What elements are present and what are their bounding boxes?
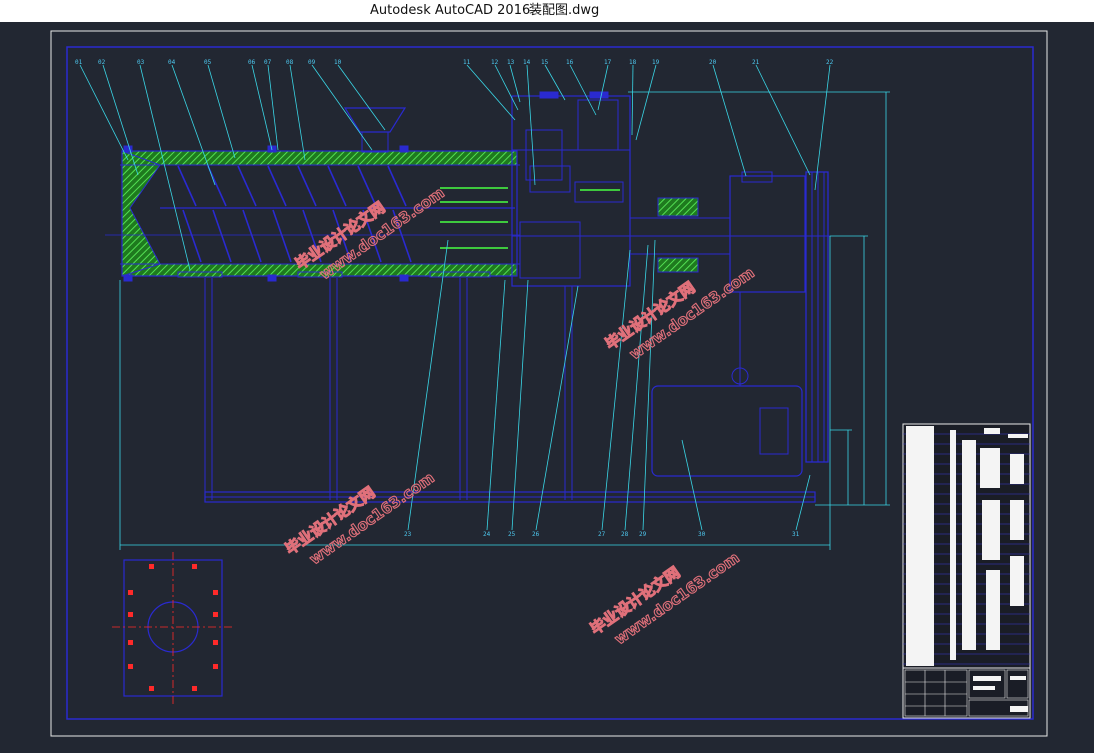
- svg-text:28: 28: [621, 531, 629, 538]
- app-name: Autodesk AutoCAD 2016: [370, 3, 531, 18]
- svg-text:29: 29: [639, 531, 647, 538]
- svg-text:23: 23: [404, 531, 412, 538]
- svg-text:21: 21: [752, 59, 760, 66]
- svg-text:16: 16: [566, 59, 574, 66]
- svg-text:10: 10: [334, 59, 342, 66]
- svg-text:20: 20: [709, 59, 717, 66]
- svg-text:13: 13: [507, 59, 515, 66]
- svg-text:09: 09: [308, 59, 316, 66]
- svg-text:18: 18: [629, 59, 637, 66]
- svg-text:02: 02: [98, 59, 106, 66]
- flange-view[interactable]: [112, 552, 234, 704]
- svg-text:08: 08: [286, 59, 294, 66]
- svg-text:04: 04: [168, 59, 176, 66]
- file-name: 装配图.dwg: [529, 3, 600, 18]
- svg-text:01: 01: [75, 59, 83, 66]
- outer-border: [50, 30, 1048, 737]
- svg-text:12: 12: [491, 59, 499, 66]
- svg-text:26: 26: [532, 531, 540, 538]
- svg-text:30: 30: [698, 531, 706, 538]
- svg-text:07: 07: [264, 59, 272, 66]
- svg-text:11: 11: [463, 59, 471, 66]
- svg-text:25: 25: [508, 531, 516, 538]
- title-bar: Autodesk AutoCAD 2016 装配图.dwg: [0, 0, 1094, 22]
- svg-text:03: 03: [137, 59, 145, 66]
- svg-text:17: 17: [604, 59, 612, 66]
- svg-text:06: 06: [248, 59, 256, 66]
- title-block[interactable]: [902, 423, 1031, 719]
- svg-text:14: 14: [523, 59, 531, 66]
- drawing-canvas[interactable]: 01 02 03 04 05 06 07 08 09 10 11 12 13 14 15 16 …: [0, 22, 1094, 753]
- svg-text:24: 24: [483, 531, 491, 538]
- svg-text:27: 27: [598, 531, 606, 538]
- svg-text:05: 05: [204, 59, 212, 66]
- svg-text:22: 22: [826, 59, 834, 66]
- svg-text:31: 31: [792, 531, 800, 538]
- svg-text:15: 15: [541, 59, 549, 66]
- svg-text:19: 19: [652, 59, 660, 66]
